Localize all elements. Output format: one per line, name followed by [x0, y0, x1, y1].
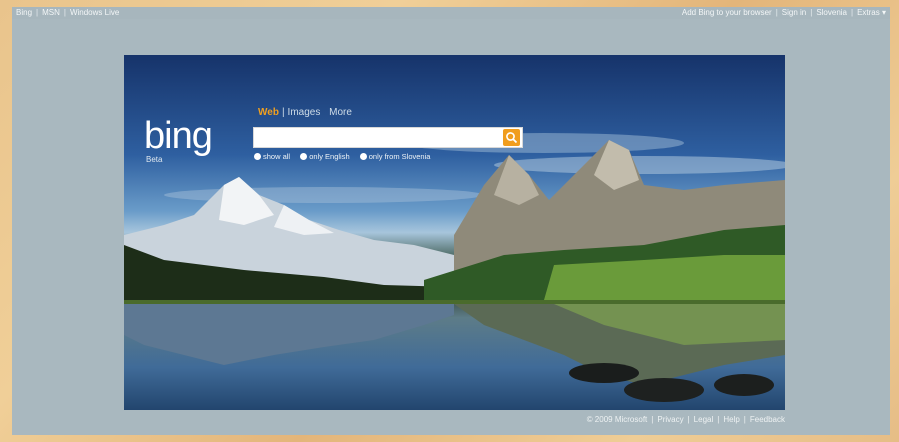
legal-link[interactable]: Legal [694, 415, 714, 424]
bing-logo[interactable]: bing [144, 117, 213, 155]
top-bar: Bing | MSN | Windows Live Add Bing to your b… [12, 7, 890, 19]
beta-badge: Beta [146, 155, 163, 164]
sign-in-link[interactable]: Sign in [782, 8, 806, 17]
copyright: © 2009 Microsoft [586, 415, 648, 424]
feedback-link[interactable]: Feedback [750, 415, 785, 424]
search-input[interactable] [254, 130, 507, 147]
top-link-msn[interactable]: MSN [42, 8, 60, 17]
top-link-windows-live[interactable]: Windows Live [70, 8, 119, 17]
separator: | [651, 415, 654, 424]
option-label: only from Slovenia [368, 152, 431, 161]
search-options: show all only English only from Slovenia [254, 152, 438, 161]
top-bar-left: Bing | MSN | Windows Live [16, 7, 119, 19]
separator: | [810, 8, 813, 17]
separator [320, 107, 329, 118]
mountain-landscape [124, 133, 785, 402]
search-scopes: Web | Images More [258, 107, 352, 118]
option-only-from-country[interactable]: only from Slovenia [359, 152, 431, 161]
radio-icon [359, 153, 367, 160]
country-link[interactable]: Slovenia [816, 8, 847, 17]
scope-web[interactable]: Web [258, 107, 279, 118]
search-button[interactable] [503, 129, 520, 146]
option-label: show all [263, 152, 291, 161]
separator: | [281, 107, 285, 118]
extras-menu[interactable]: Extras ▾ [857, 8, 886, 17]
help-link[interactable]: Help [723, 415, 739, 424]
scope-images[interactable]: Images [288, 107, 321, 118]
separator: | [687, 415, 690, 424]
search-box [253, 127, 523, 148]
search-icon [506, 132, 518, 144]
separator: | [743, 415, 746, 424]
privacy-link[interactable]: Privacy [657, 415, 683, 424]
add-bing-link[interactable]: Add Bing to your browser [682, 8, 772, 17]
option-label: only English [309, 152, 350, 161]
separator: | [717, 415, 720, 424]
page-frame: bing Beta Web | Images More show all only … [12, 19, 890, 435]
extras-label: Extras [857, 8, 880, 17]
background-photo: bing Beta Web | Images More show all only … [124, 55, 785, 410]
footer: © 2009 Microsoft | Privacy | Legal | Help | Feed… [542, 415, 785, 424]
separator: | [36, 8, 39, 17]
radio-icon [300, 153, 308, 160]
top-link-bing[interactable]: Bing [16, 8, 32, 17]
chevron-down-icon: ▾ [881, 8, 886, 17]
separator: | [63, 8, 66, 17]
separator: | [851, 8, 854, 17]
separator: | [775, 8, 778, 17]
option-show-all[interactable]: show all [254, 152, 290, 161]
option-only-english[interactable]: only English [300, 152, 350, 161]
scope-more[interactable]: More [329, 107, 352, 118]
radio-icon [254, 153, 261, 160]
top-bar-right: Add Bing to your browser | Sign in | Sloveni… [682, 7, 886, 19]
